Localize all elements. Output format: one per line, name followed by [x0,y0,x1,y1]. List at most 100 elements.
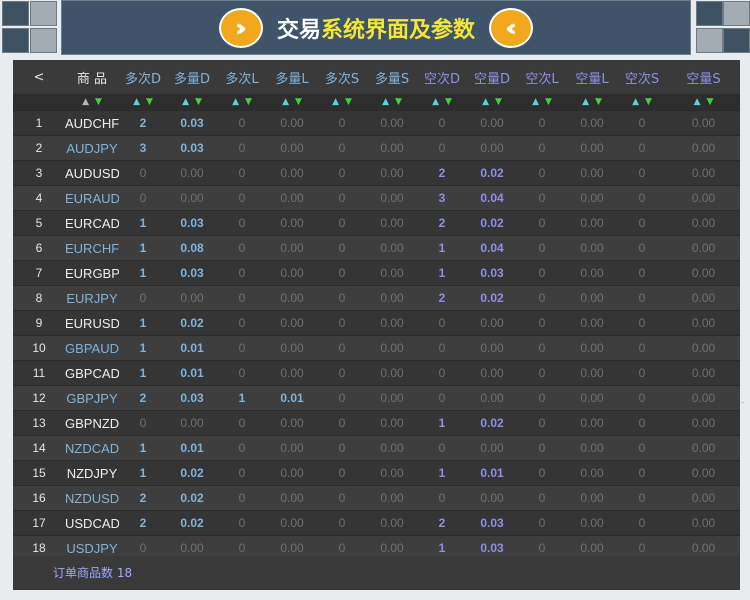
col-header[interactable]: 多量L [267,60,317,94]
table-row[interactable]: 16 NZDUSD 2 0.02 0 0.00 0 0.00 0 0.00 0 0.00 0 0.00 [13,485,740,511]
col-header[interactable]: 多量S [367,60,417,94]
row-index: 16 [32,491,46,505]
symbol-cell[interactable]: EURAUD [65,186,119,211]
sort-arrows[interactable]: ▲ ▼ [567,94,617,111]
value-cell: 0.00 [280,241,304,255]
sort-up-icon[interactable]: ▲ [133,97,140,107]
symbol-cell[interactable]: GBPJPY [65,386,119,411]
value-cell: 0.00 [480,341,504,355]
col-header[interactable]: 空次D [417,60,467,94]
sort-arrows[interactable]: ▲ ▼ [65,94,119,111]
sort-down-icon[interactable]: ▼ [195,97,202,107]
table-row[interactable]: 11 GBPCAD 1 0.01 0 0.00 0 0.00 0 0.00 0 0.00 0 0.00 [13,360,740,386]
sort-up-icon[interactable]: ▲ [582,97,589,107]
sort-arrows[interactable]: ▲ ▼ [267,94,317,111]
sort-down-icon[interactable]: ▼ [95,97,102,107]
value-cell: 0 [538,116,546,130]
sort-up-icon[interactable]: ▲ [332,97,339,107]
sort-arrows[interactable]: ▲ ▼ [417,94,467,111]
sort-arrows[interactable]: ▲ ▼ [367,94,417,111]
sort-up-icon[interactable]: ▲ [482,97,489,107]
col-header[interactable]: 空次L [517,60,567,94]
value-cell: 0 [238,516,246,530]
sort-arrows[interactable]: ▲ ▼ [167,94,217,111]
table-row[interactable]: 17 USDCAD 2 0.02 0 0.00 0 0.00 2 0.03 0 0.00 0 0.00 [13,510,740,536]
col-header[interactable]: 多次S [317,60,367,94]
symbol-cell[interactable]: GBPCAD [65,361,119,386]
symbol-cell[interactable]: EURUSD [65,311,119,336]
symbol-cell[interactable]: AUDCHF [65,111,119,136]
sort-down-icon[interactable]: ▼ [645,97,652,107]
sort-down-icon[interactable]: ▼ [545,97,552,107]
sort-arrows[interactable]: ▲ ▼ [667,94,740,111]
table-row[interactable]: 5 EURCAD 1 0.03 0 0.00 0 0.00 2 0.02 0 0.00 0 0.00 [13,210,740,236]
col-header[interactable]: 多次L [217,60,267,94]
sort-arrows[interactable]: ▲ ▼ [317,94,367,111]
sort-up-icon[interactable]: ▲ [694,97,701,107]
symbol-cell[interactable]: NZDUSD [65,486,119,511]
col-header[interactable]: 多量D [167,60,217,94]
table-row[interactable]: 8 EURJPY 0 0.00 0 0.00 0 0.00 2 0.02 0 0.00 0 0.00 [13,285,740,311]
symbol-cell[interactable]: EURCAD [65,211,119,236]
symbol-cell[interactable]: AUDUSD [65,161,119,186]
sort-down-icon[interactable]: ▼ [146,97,153,107]
col-header[interactable]: 空量L [567,60,617,94]
sort-up-icon[interactable]: ▲ [182,97,189,107]
sort-arrows[interactable]: ▲ ▼ [217,94,267,111]
symbol-cell[interactable]: NZDCAD [65,436,119,461]
symbol-cell[interactable]: EURGBP [65,261,119,286]
sort-arrows[interactable]: ▲ ▼ [617,94,667,111]
value-cell: 0.00 [380,216,404,230]
value-cell: 0.03 [180,391,204,405]
sort-up-icon[interactable]: ▲ [232,97,239,107]
col-header[interactable]: 空量S [667,60,740,94]
value-cell: 0 [638,166,646,180]
sort-arrows[interactable]: ▲ ▼ [517,94,567,111]
product-header[interactable]: 商 品 [65,60,119,94]
table-row[interactable]: 15 NZDJPY 1 0.02 0 0.00 0 0.00 1 0.01 0 0.00 0 0.00 [13,460,740,486]
sort-down-icon[interactable]: ▼ [595,97,602,107]
sort-down-icon[interactable]: ▼ [445,97,452,107]
symbol-cell[interactable]: EURJPY [65,286,119,311]
table-row[interactable]: 10 GBPAUD 1 0.01 0 0.00 0 0.00 0 0.00 0 0.00 0 0.00 [13,335,740,361]
sort-arrows[interactable]: ▲ ▼ [467,94,517,111]
symbol-cell[interactable]: NZDJPY [65,461,119,486]
sort-down-icon[interactable]: ▼ [707,97,714,107]
symbol-cell[interactable]: GBPNZD [65,411,119,436]
symbol-cell[interactable]: EURCHF [65,236,119,261]
table-row[interactable]: 2 AUDJPY 3 0.03 0 0.00 0 0.00 0 0.00 0 0.00 0 0.00 [13,135,740,161]
table-row[interactable]: 1 AUDCHF 2 0.03 0 0.00 0 0.00 0 0.00 0 0.00 0 0.00 [13,110,740,136]
sort-down-icon[interactable]: ▼ [245,97,252,107]
col-header[interactable]: 空次S [617,60,667,94]
table-row[interactable]: 7 EURGBP 1 0.03 0 0.00 0 0.00 1 0.03 0 0.00 0 0.00 [13,260,740,286]
table-row[interactable]: 13 GBPNZD 0 0.00 0 0.00 0 0.00 1 0.02 0 0.00 0 0.00 [13,410,740,436]
table-row[interactable]: 12 GBPJPY 2 0.03 1 0.01 0 0.00 0 0.00 0 0.00 0 0.00 [13,385,740,411]
table-row[interactable]: 14 NZDCAD 1 0.01 0 0.00 0 0.00 0 0.00 0 0.00 0 0.00 [13,435,740,461]
symbol-cell[interactable]: AUDJPY [65,136,119,161]
sort-down-icon[interactable]: ▼ [495,97,502,107]
col-header[interactable]: 多次D [119,60,167,94]
table-row[interactable]: 9 EURUSD 1 0.02 0 0.00 0 0.00 0 0.00 0 0.00 0 0.00 [13,310,740,336]
value-cell: 0 [638,441,646,455]
value-cell: 0.00 [691,341,716,355]
value-cell: 2 [139,491,147,505]
symbol-cell[interactable]: GBPAUD [65,336,119,361]
sort-up-icon[interactable]: ▲ [82,97,89,107]
value-cell: 0.00 [691,166,716,180]
sort-up-icon[interactable]: ▲ [532,97,539,107]
sort-arrows[interactable]: ▲ ▼ [119,94,167,111]
col-header[interactable]: 空量D [467,60,517,94]
sort-up-icon[interactable]: ▲ [632,97,639,107]
table-row[interactable]: 4 EURAUD 0 0.00 0 0.00 0 0.00 3 0.04 0 0.00 0 0.00 [13,185,740,211]
sort-up-icon[interactable]: ▲ [432,97,439,107]
table-row[interactable]: 6 EURCHF 1 0.08 0 0.00 0 0.00 1 0.04 0 0.00 0 0.00 [13,235,740,261]
sort-up-icon[interactable]: ▲ [382,97,389,107]
sort-down-icon[interactable]: ▼ [295,97,302,107]
symbol-cell[interactable]: USDCAD [65,511,119,536]
sort-up-icon[interactable]: ▲ [282,97,289,107]
sort-down-icon[interactable]: ▼ [345,97,352,107]
back-button[interactable]: < [13,60,65,94]
table-row[interactable]: 3 AUDUSD 0 0.00 0 0.00 0 0.00 2 0.02 0 0.00 0 0.00 [13,160,740,186]
orders-table: < 商 品 多次D 多量D 多次L 多量L 多次S 多量S 空次D 空量D 空次… [13,60,740,561]
sort-down-icon[interactable]: ▼ [395,97,402,107]
